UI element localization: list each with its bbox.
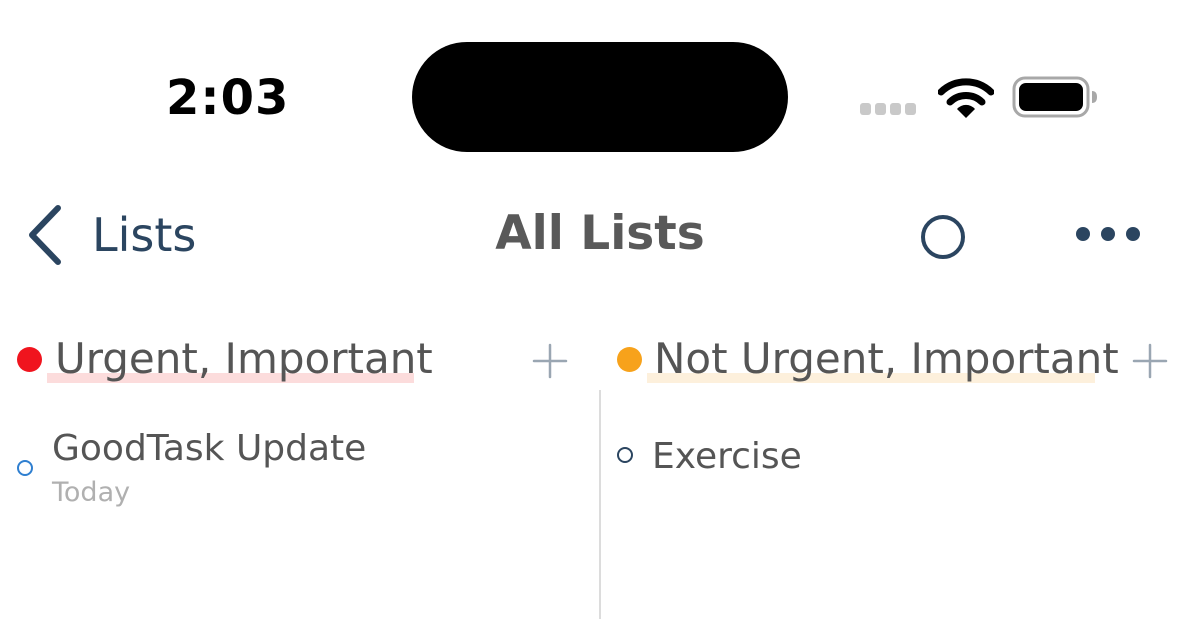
plus-icon[interactable] [532,343,568,379]
task-checkbox-icon[interactable] [616,446,634,464]
status-time: 2:03 [166,70,290,126]
circle-outline-icon[interactable] [918,212,968,262]
list-column-header-urgent-important[interactable]: Urgent, Important [0,330,600,390]
plus-icon[interactable] [1132,343,1168,379]
task-title: GoodTask Update [52,428,367,469]
list-color-dot [17,347,42,372]
cellular-signal-icon [860,103,916,115]
list-title: Not Urgent, Important [654,334,1119,383]
page-title: All Lists [495,206,705,261]
dynamic-island [412,42,788,152]
list-column-header-not-urgent-important[interactable]: Not Urgent, Important [602,330,1200,390]
list-title: Urgent, Important [55,334,433,383]
task-due-date: Today [52,477,131,508]
column-divider [599,390,601,619]
list-color-dot [617,347,642,372]
task-title: Exercise [652,436,802,477]
ellipsis-icon[interactable] [1070,216,1146,252]
wifi-icon [938,78,994,118]
task-item-goodtask-update[interactable]: GoodTask Update Today [0,425,598,515]
task-checkbox-icon[interactable] [16,459,34,477]
battery-icon [1012,76,1097,118]
task-item-exercise[interactable]: Exercise [602,430,1200,490]
